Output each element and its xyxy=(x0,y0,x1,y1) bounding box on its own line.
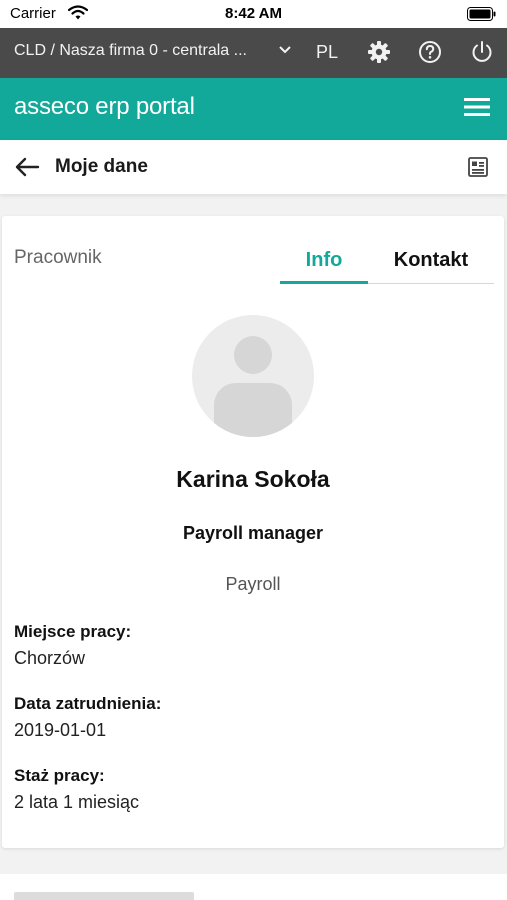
battery-icon xyxy=(467,7,497,26)
language-button[interactable]: PL xyxy=(316,42,338,63)
tab-bar: Info Kontakt xyxy=(280,242,494,284)
employee-name: Karina Sokoła xyxy=(176,466,330,492)
tab-kontakt[interactable]: Kontakt xyxy=(368,249,494,272)
tab-info[interactable]: Info xyxy=(280,249,368,272)
company-selector[interactable]: CLD / Nasza firma 0 - centrala ... xyxy=(14,42,272,60)
employee-department: Payroll xyxy=(225,574,281,594)
arrow-left-icon[interactable] xyxy=(14,155,40,184)
seniority-label: Staż pracy: xyxy=(14,766,105,785)
person-placeholder-icon xyxy=(192,315,314,437)
employee-role: Payroll manager xyxy=(182,523,324,543)
gear-icon[interactable] xyxy=(367,40,391,69)
power-icon[interactable] xyxy=(470,40,494,69)
avatar-head xyxy=(234,336,272,374)
clock: 8:42 AM xyxy=(225,5,282,22)
section-label: Pracownik xyxy=(14,247,102,268)
hamburger-menu-icon[interactable] xyxy=(464,97,490,122)
chevron-down-icon[interactable] xyxy=(277,42,293,63)
app-logo: asseco erp portal xyxy=(14,93,195,120)
employee-card: Pracownik Info Kontakt Karina Sokoła Pay… xyxy=(2,216,504,848)
hire-date-label: Data zatrudnienia: xyxy=(14,694,162,713)
help-circle-icon[interactable] xyxy=(418,40,442,69)
next-card xyxy=(0,874,507,900)
active-tab-indicator xyxy=(280,281,368,284)
workplace-value: Chorzów xyxy=(14,648,86,668)
status-bar: Carrier 8:42 AM xyxy=(0,0,507,28)
workplace-label: Miejsce pracy: xyxy=(14,622,132,641)
avatar-body xyxy=(214,383,292,437)
card-view-icon[interactable] xyxy=(468,157,488,182)
page-header: Moje dane xyxy=(0,140,507,194)
seniority-value: 2 lata 1 miesiąc xyxy=(14,792,140,812)
app-top-bar: CLD / Nasza firma 0 - centrala ... PL xyxy=(0,28,507,78)
brand-bar: asseco erp portal xyxy=(0,78,507,140)
next-card-title-cutoff xyxy=(14,892,194,900)
page-title: Moje dane xyxy=(55,156,148,177)
hire-date-value: 2019-01-01 xyxy=(14,720,107,740)
